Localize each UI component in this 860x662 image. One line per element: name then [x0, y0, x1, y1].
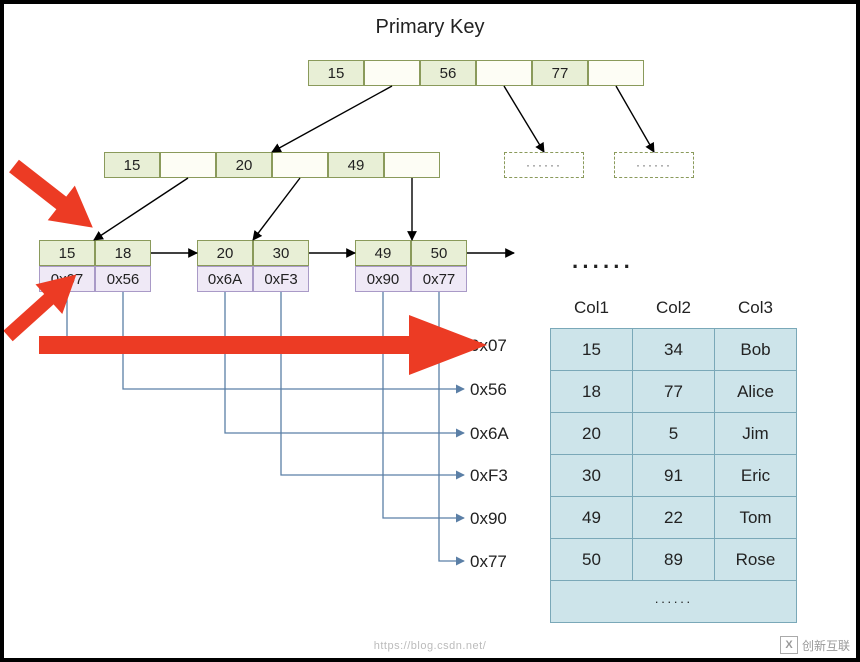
addr-label-5: 0x77: [470, 552, 507, 572]
root-ptr-2: [588, 60, 644, 86]
addr-connectors: [67, 292, 464, 561]
leaf-ellipsis: ······: [572, 254, 634, 280]
cell: 20: [551, 413, 633, 455]
leaf2-key1: 49: [355, 240, 411, 266]
cell-more: ······: [551, 581, 797, 623]
watermark-text: 创新互联: [802, 637, 850, 654]
leaf0-addr1: 0x07: [39, 266, 95, 292]
edge-int-leaf1: [253, 178, 300, 240]
diagram-title: Primary Key: [376, 16, 485, 39]
addr-label-1: 0x56: [470, 380, 507, 400]
table-row: 20 5 Jim: [551, 413, 797, 455]
internal-ptr-1: [272, 152, 328, 178]
leaf-node-1: 20 30 0x6A 0xF3: [197, 240, 309, 292]
cell: Alice: [715, 371, 797, 413]
leaf0-key1: 15: [39, 240, 95, 266]
table-row: 49 22 Tom: [551, 497, 797, 539]
edge-root-dashed1: [504, 86, 544, 152]
watermark-url: https://blog.csdn.net/: [374, 640, 487, 652]
leaf2-addr2: 0x77: [411, 266, 467, 292]
addr-label-0: 0x07: [470, 336, 507, 356]
addr-label-2: 0x6A: [470, 424, 509, 444]
cell: 49: [551, 497, 633, 539]
addr-label-3: 0xF3: [470, 466, 508, 486]
root-key-2: 77: [532, 60, 588, 86]
cell: 22: [633, 497, 715, 539]
dashed-node-1: ······: [504, 152, 584, 178]
leaf1-addr2: 0xF3: [253, 266, 309, 292]
table-row: 50 89 Rose: [551, 539, 797, 581]
cell: Jim: [715, 413, 797, 455]
internal-key-0: 15: [104, 152, 160, 178]
leaf2-addr1: 0x90: [355, 266, 411, 292]
internal-ptr-2: [384, 152, 440, 178]
cell: 5: [633, 413, 715, 455]
leaf1-key2: 30: [253, 240, 309, 266]
edge-root-dashed2: [616, 86, 654, 152]
cell: 89: [633, 539, 715, 581]
internal-node: 15 20 49: [104, 152, 440, 178]
table-header-col3: Col3: [715, 292, 797, 329]
cell: Rose: [715, 539, 797, 581]
root-ptr-1: [476, 60, 532, 86]
cell: Eric: [715, 455, 797, 497]
root-node: 15 56 77: [308, 60, 644, 86]
cell: Bob: [715, 329, 797, 371]
root-ptr-0: [364, 60, 420, 86]
leaf2-key2: 50: [411, 240, 467, 266]
root-key-1: 56: [420, 60, 476, 86]
watermark-logo-icon: X: [780, 636, 798, 654]
edge-root-internal: [272, 86, 392, 152]
cell: 18: [551, 371, 633, 413]
internal-key-1: 20: [216, 152, 272, 178]
edge-int-leaf0: [94, 178, 188, 240]
table-row-more: ······: [551, 581, 797, 623]
leaf1-key1: 20: [197, 240, 253, 266]
cell: 50: [551, 539, 633, 581]
dashed-node-2: ······: [614, 152, 694, 178]
table-row: 18 77 Alice: [551, 371, 797, 413]
cell: Tom: [715, 497, 797, 539]
leaf-node-2: 49 50 0x90 0x77: [355, 240, 467, 292]
leaf0-key2: 18: [95, 240, 151, 266]
cell: 34: [633, 329, 715, 371]
table-header-col2: Col2: [633, 292, 715, 329]
cell: 77: [633, 371, 715, 413]
cell: 30: [551, 455, 633, 497]
table-row: 30 91 Eric: [551, 455, 797, 497]
diagram-frame: Primary Key 15 56 77 15 20 49 ······ ···…: [0, 0, 860, 662]
data-table: Col1 Col2 Col3 15 34 Bob 18 77 Alice 20 …: [550, 292, 797, 623]
leaf1-addr1: 0x6A: [197, 266, 253, 292]
leaf0-addr2: 0x56: [95, 266, 151, 292]
watermark: X 创新互联: [780, 636, 850, 654]
root-key-0: 15: [308, 60, 364, 86]
internal-key-2: 49: [328, 152, 384, 178]
cell: 15: [551, 329, 633, 371]
internal-ptr-0: [160, 152, 216, 178]
table-header-col1: Col1: [551, 292, 633, 329]
cell: 91: [633, 455, 715, 497]
addr-label-4: 0x90: [470, 509, 507, 529]
table-row: 15 34 Bob: [551, 329, 797, 371]
leaf-node-0: 15 18 0x07 0x56: [39, 240, 151, 292]
